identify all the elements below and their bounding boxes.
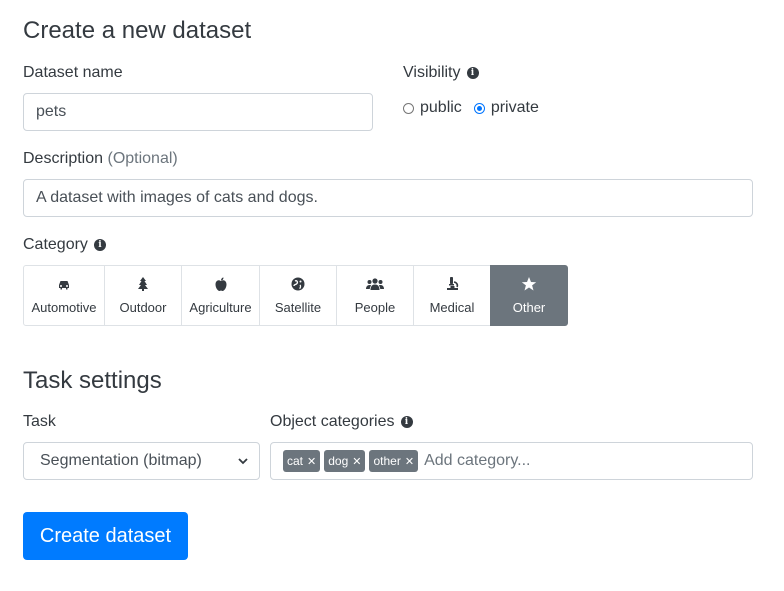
visibility-radios: public private xyxy=(403,99,539,117)
category-button-group: Automotive Outdoor Agriculture Satellite… xyxy=(23,265,568,326)
tag-label: cat xyxy=(287,454,304,468)
page-title: Create a new dataset xyxy=(23,17,252,44)
category-people[interactable]: People xyxy=(336,265,414,326)
category-label: Agriculture xyxy=(189,300,252,315)
task-label: Task xyxy=(23,413,56,430)
category-label: People xyxy=(354,300,396,315)
description-label: Description xyxy=(23,150,104,167)
car-icon xyxy=(59,281,69,290)
microscope-icon xyxy=(447,277,459,290)
dataset-name-label: Dataset name xyxy=(23,64,123,81)
description-label-row: Description (Optional) xyxy=(23,149,178,169)
radio-public-label[interactable]: public xyxy=(420,99,462,117)
chevron-down-icon xyxy=(238,458,248,465)
category-label-row: Category i xyxy=(23,235,106,255)
visibility-label: Visibility xyxy=(403,64,461,81)
category-outdoor[interactable]: Outdoor xyxy=(104,265,182,326)
task-select-value: Segmentation (bitmap) xyxy=(40,452,202,469)
tag-cat: cat ✕ xyxy=(283,450,321,472)
remove-tag-icon[interactable]: ✕ xyxy=(352,455,361,468)
object-categories-label-row: Object categories i xyxy=(270,412,413,432)
info-icon[interactable]: i xyxy=(400,416,413,428)
visibility-label-row: Visibility i xyxy=(403,63,479,83)
description-optional: (Optional) xyxy=(107,150,178,167)
info-icon[interactable]: i xyxy=(93,239,106,251)
dataset-name-input[interactable]: pets xyxy=(23,93,373,131)
tree-icon xyxy=(138,277,148,291)
category-label: Other xyxy=(512,300,546,315)
remove-tag-icon[interactable]: ✕ xyxy=(307,455,316,468)
radio-private-label[interactable]: private xyxy=(491,99,539,117)
radio-public[interactable] xyxy=(403,102,414,114)
object-categories-input[interactable]: cat ✕ dog ✕ other ✕ Add category... xyxy=(270,442,753,480)
remove-tag-icon[interactable]: ✕ xyxy=(405,455,414,468)
globe-icon xyxy=(291,277,305,291)
tag-label: other xyxy=(373,454,401,468)
category-other[interactable]: Other xyxy=(490,265,568,326)
star-icon xyxy=(521,277,537,291)
category-automotive[interactable]: Automotive xyxy=(23,265,105,326)
description-value: A dataset with images of cats and dogs. xyxy=(36,189,318,206)
add-category-placeholder[interactable]: Add category... xyxy=(424,452,530,470)
tag-other: other ✕ xyxy=(369,450,419,472)
object-categories-label: Object categories xyxy=(270,413,395,430)
info-icon[interactable]: i xyxy=(466,67,479,79)
category-label: Category xyxy=(23,236,88,253)
tag-dog: dog ✕ xyxy=(324,450,366,472)
create-dataset-button[interactable]: Create dataset xyxy=(23,512,188,560)
category-agriculture[interactable]: Agriculture xyxy=(181,265,260,326)
description-input[interactable]: A dataset with images of cats and dogs. xyxy=(23,179,753,217)
category-medical[interactable]: Medical xyxy=(413,265,491,326)
category-label: Satellite xyxy=(274,300,322,315)
users-icon xyxy=(366,278,384,290)
category-label: Medical xyxy=(429,300,475,315)
dataset-name-value: pets xyxy=(36,103,67,120)
apple-icon xyxy=(215,277,226,291)
tag-label: dog xyxy=(328,454,349,468)
category-label: Outdoor xyxy=(119,300,167,315)
task-select[interactable]: Segmentation (bitmap) xyxy=(23,442,260,480)
task-settings-title: Task settings xyxy=(23,367,162,394)
category-satellite[interactable]: Satellite xyxy=(259,265,337,326)
radio-private[interactable] xyxy=(473,102,485,114)
category-label: Automotive xyxy=(31,300,97,315)
